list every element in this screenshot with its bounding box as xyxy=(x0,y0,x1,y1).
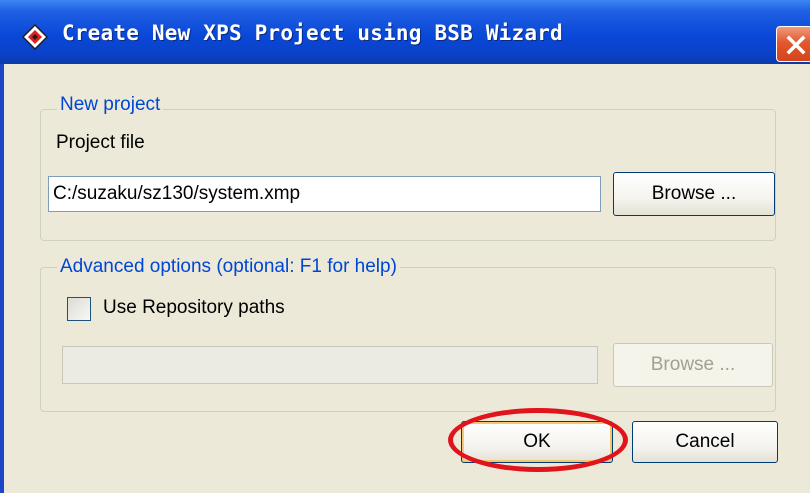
browse-repository-button[interactable]: Browse ... xyxy=(613,343,773,387)
close-button[interactable] xyxy=(776,26,810,62)
project-file-label: Project file xyxy=(56,132,145,154)
close-icon xyxy=(786,35,806,55)
use-repository-label[interactable]: Use Repository paths xyxy=(103,297,285,319)
repository-path-input[interactable] xyxy=(62,346,598,384)
new-project-legend: New project xyxy=(57,94,164,116)
dialog-window: Create New XPS Project using BSB Wizard … xyxy=(0,0,810,493)
window-title: Create New XPS Project using BSB Wizard xyxy=(62,21,563,45)
xps-app-icon xyxy=(22,24,48,50)
dialog-body: New project Project file C:/suzaku/sz130… xyxy=(4,64,810,493)
project-file-input[interactable]: C:/suzaku/sz130/system.xmp xyxy=(48,176,601,212)
advanced-options-group xyxy=(40,267,776,412)
title-bar[interactable]: Create New XPS Project using BSB Wizard xyxy=(0,0,810,64)
cancel-button[interactable]: Cancel xyxy=(632,421,778,463)
ok-button[interactable]: OK xyxy=(461,421,613,463)
use-repository-checkbox[interactable] xyxy=(67,297,91,321)
project-file-text: Project file xyxy=(56,132,145,153)
advanced-options-legend: Advanced options (optional: F1 for help) xyxy=(57,256,400,278)
browse-project-button[interactable]: Browse ... xyxy=(613,172,775,216)
